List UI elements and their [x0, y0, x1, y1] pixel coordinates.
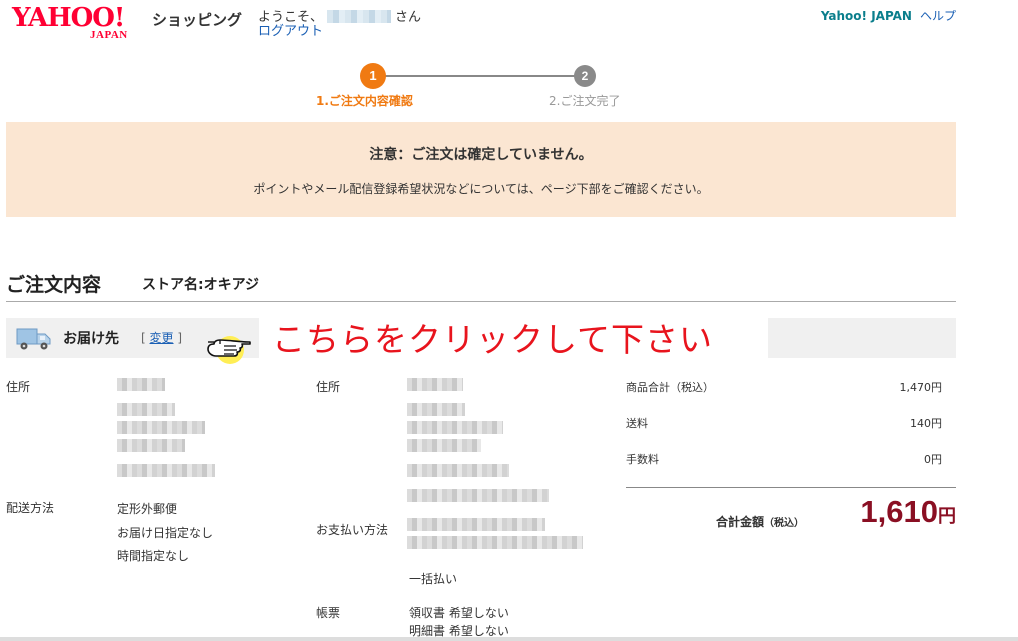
- pointing-hand-icon: [207, 336, 251, 364]
- total-label-text: 合計金額: [716, 515, 765, 529]
- shipping-method-line: お届け日指定なし: [117, 526, 214, 540]
- service-name: ショッピング: [152, 11, 243, 29]
- change-link-wrapper: [ 変更 ]: [141, 329, 182, 346]
- step-1-marker: 1: [360, 63, 386, 89]
- notice-subtitle: ポイントやメール配信登録希望状況などについては、ページ下部をご確認ください。: [253, 182, 709, 196]
- click-here-callout: こちらをクリックして下さい: [272, 320, 714, 359]
- logout-link[interactable]: ログアウト: [258, 20, 323, 39]
- order-heading: ご注文内容: [6, 274, 102, 296]
- truck-icon: [16, 328, 51, 350]
- page-header: YAHOO! JAPAN ショッピング ようこそ、 さん ログアウト Yahoo!…: [0, 0, 1018, 44]
- subtotal-value: 1,470円: [899, 381, 943, 394]
- total-amount-unit: 円: [938, 506, 956, 526]
- redacted-billing-address-1: [407, 421, 503, 434]
- shipping-fee-value: 140円: [910, 417, 942, 430]
- redacted-card-number: [407, 536, 583, 549]
- shipping-method-line: 定形外郵便: [117, 502, 178, 516]
- payment-method-label: お支払い方法: [316, 523, 389, 537]
- help-link[interactable]: ヘルプ: [920, 9, 956, 23]
- total-label: 合計金額（税込）: [716, 513, 804, 530]
- redacted-postal: [117, 403, 175, 416]
- receipt-label: 帳票: [316, 606, 341, 620]
- total-tax-note: （税込）: [764, 518, 805, 529]
- subtotal-label: 商品合計（税込）: [626, 381, 714, 394]
- shipping-method-label: 配送方法: [6, 501, 55, 515]
- billing-address-label: 住所: [316, 380, 341, 394]
- header-links: Yahoo! JAPAN ヘルプ: [813, 7, 956, 24]
- shipping-method-line: 時間指定なし: [117, 549, 190, 563]
- step-2-label: 2.ご注文完了: [549, 94, 621, 108]
- redacted-address-1: [117, 421, 205, 434]
- receipt-line: 領収書 希望しない: [409, 606, 509, 620]
- redacted-name: [117, 378, 165, 391]
- username-redacted: [327, 10, 392, 23]
- total-amount: 1,610円: [860, 494, 956, 530]
- welcome-suffix: さん: [395, 10, 422, 25]
- bracket-open: [: [141, 331, 146, 345]
- redacted-billing-email: [407, 489, 549, 502]
- step-connector: [372, 75, 586, 77]
- summary-header-box: [768, 318, 956, 358]
- step-1-label: 1.ご注文内容確認: [316, 94, 413, 108]
- redacted-address-2: [117, 439, 185, 452]
- progress-steps: 1 2 1.ご注文内容確認 2.ご注文完了: [316, 62, 636, 112]
- handling-fee-value: 0円: [924, 453, 942, 466]
- yahoo-japan-link[interactable]: Yahoo! JAPAN: [821, 9, 912, 23]
- handling-fee-label: 手数料: [626, 453, 659, 466]
- shipping-fee-label: 送料: [626, 417, 648, 430]
- total-amount-value: 1,610: [860, 494, 938, 529]
- redacted-billing-postal: [407, 403, 465, 416]
- change-address-link[interactable]: 変更: [150, 331, 174, 345]
- warning-notice: 注意：ご注文は確定していません。 ポイントやメール配信登録希望状況などについては…: [6, 122, 956, 217]
- bracket-close: ]: [177, 331, 183, 345]
- delivery-label: お届け先: [63, 331, 119, 347]
- summary-divider: [626, 487, 956, 488]
- logo-sub-text: JAPAN: [90, 29, 128, 41]
- logo-text: YAHOO!: [12, 3, 125, 33]
- redacted-card-info: [407, 518, 545, 531]
- payment-type: 一括払い: [409, 572, 458, 586]
- notice-title: 注意：ご注文は確定していません。: [369, 147, 593, 163]
- step-2-marker: 2: [574, 65, 596, 87]
- redacted-billing-name: [407, 378, 463, 391]
- section-divider: [6, 301, 956, 302]
- store-name: ストア名:オキアジ: [142, 277, 260, 293]
- redacted-billing-phone: [407, 464, 509, 477]
- page-bottom-edge: [0, 637, 1018, 641]
- yahoo-japan-logo[interactable]: YAHOO! JAPAN: [12, 4, 148, 44]
- redacted-phone: [117, 464, 215, 477]
- shipping-address-label: 住所: [6, 380, 31, 394]
- redacted-billing-address-2: [407, 439, 481, 452]
